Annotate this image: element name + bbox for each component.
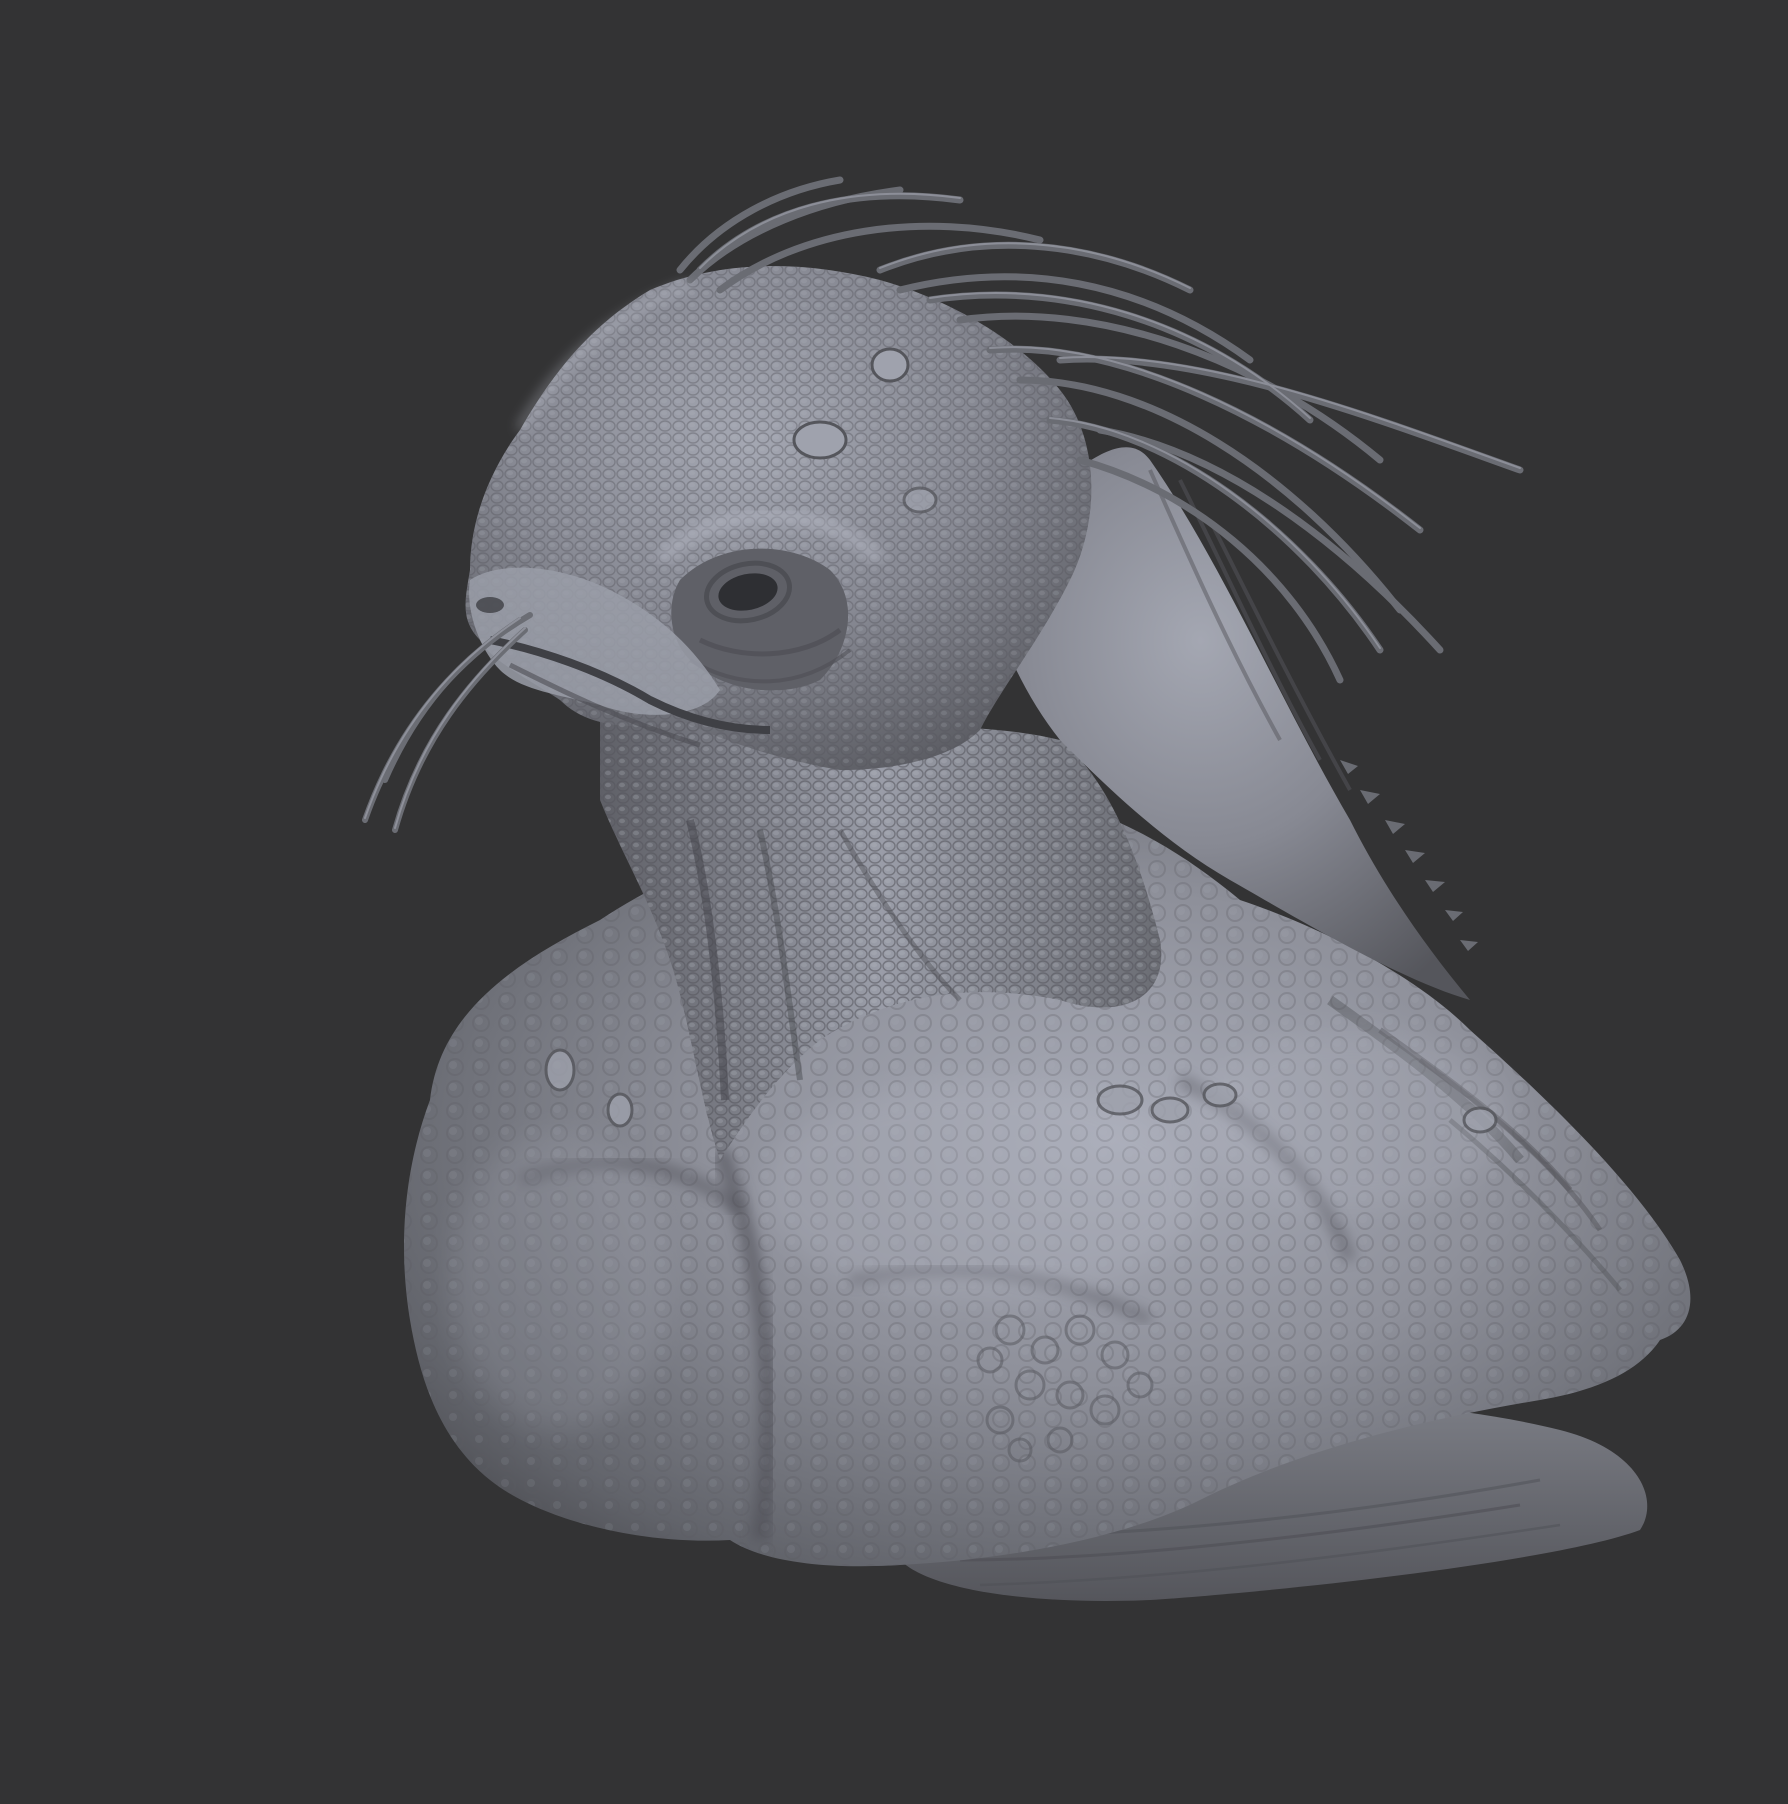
- sculpt-viewport[interactable]: [0, 0, 1788, 1804]
- creature-bust-sculpt: [362, 176, 1691, 1601]
